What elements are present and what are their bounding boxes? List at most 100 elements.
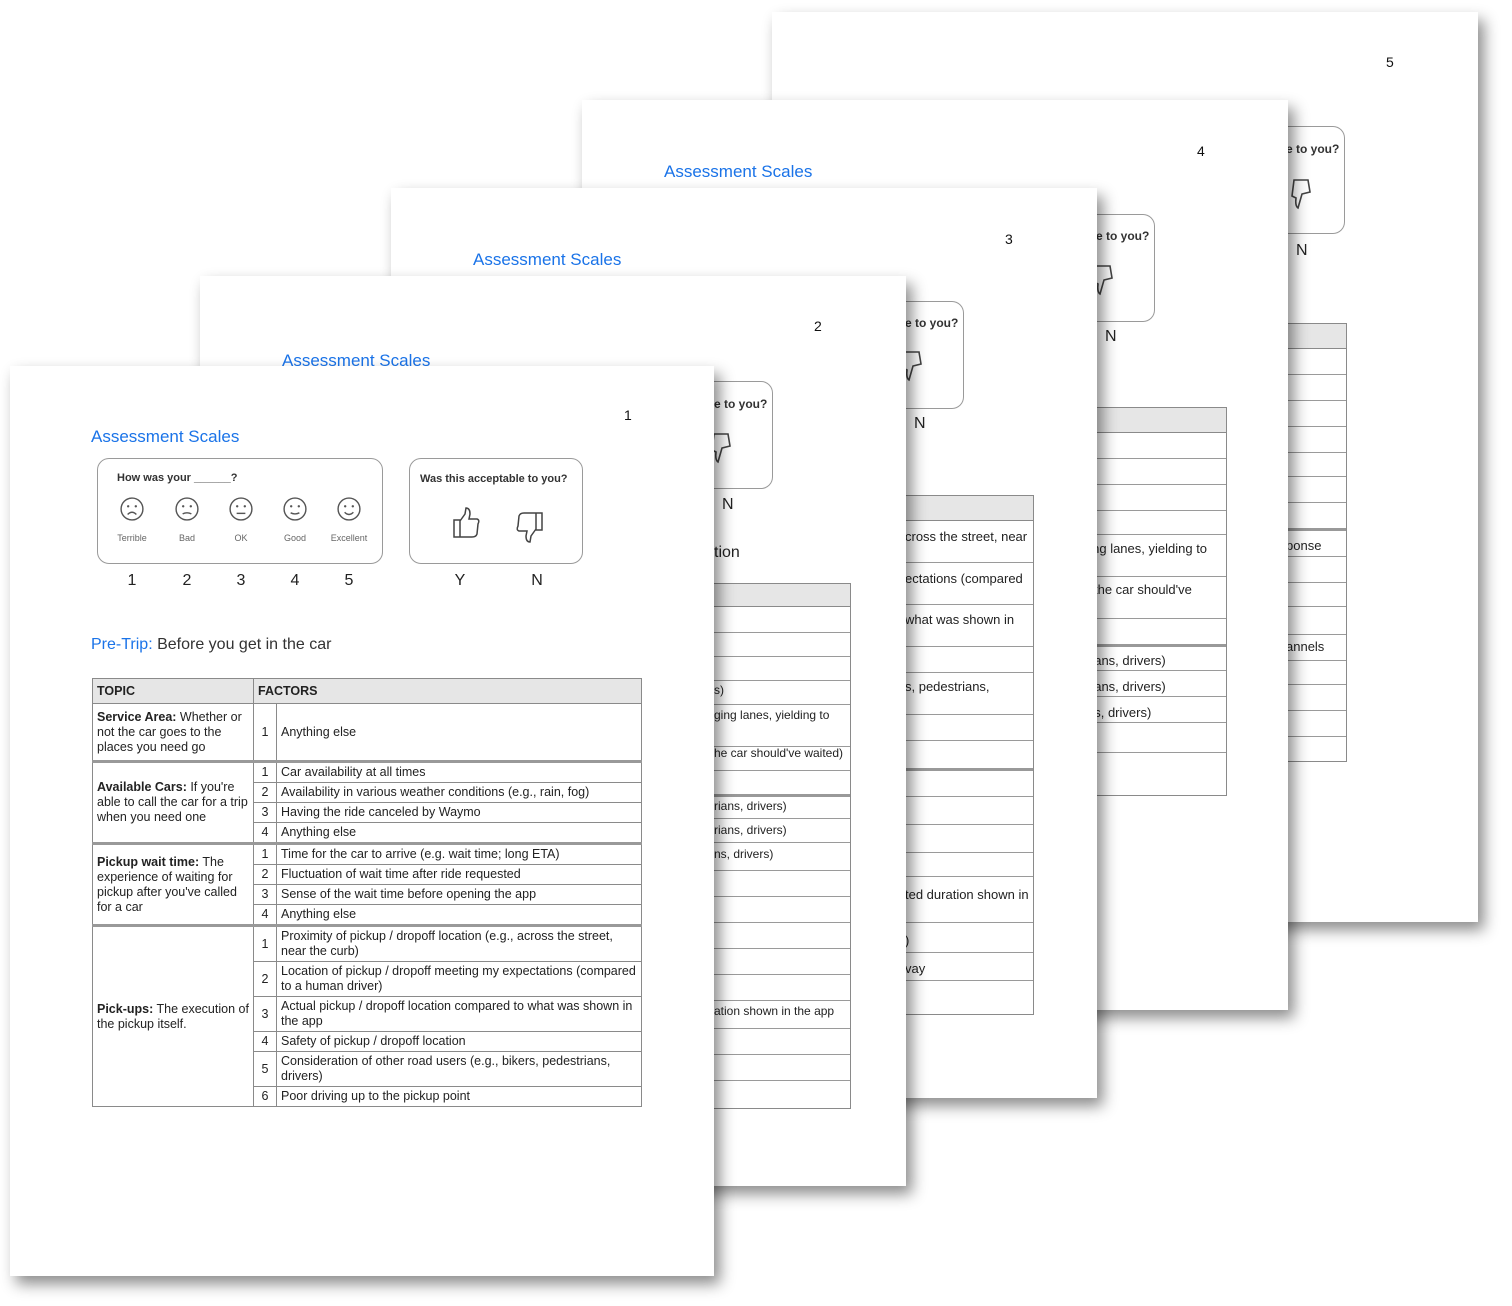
card-question: e to you? (1096, 229, 1150, 243)
factors-table (1082, 407, 1227, 796)
factor-text: Sense of the wait time before opening th… (276, 884, 642, 905)
table-row: Pickup wait time: The experience of wait… (92, 842, 642, 926)
slight-frown-icon[interactable] (175, 497, 199, 521)
rating-question: How was your ______? (117, 472, 238, 484)
table-fragment: ns, drivers) (714, 847, 774, 861)
table-fragment: ation shown in the app (714, 1004, 835, 1018)
scale-number: 2 (182, 572, 192, 589)
table-fragment: the car should've (1094, 582, 1192, 597)
section-fragment: tion (714, 544, 740, 561)
yes-label: Y (454, 572, 466, 589)
topic-name: Pickup wait time: (97, 854, 200, 869)
factor-text: Anything else (276, 904, 642, 926)
factor-text: Having the ride canceled by Waymo (276, 802, 642, 823)
section-heading: Pre-Trip: Before you get in the car (91, 636, 331, 654)
frown-icon[interactable] (120, 497, 144, 521)
factors-header: FACTORS (253, 678, 642, 704)
table-fragment: he car should've waited) (714, 746, 844, 760)
factor-number: 5 (253, 1051, 277, 1087)
topic-cell: Pick-ups: The execution of the pickup it… (92, 924, 254, 1107)
scale-number: 5 (344, 572, 354, 589)
section-text: Before you get in the car (152, 636, 332, 653)
factor-text: Fluctuation of wait time after ride requ… (276, 864, 642, 885)
neutral-icon[interactable] (229, 497, 253, 521)
table-fragment: cross the street, near (905, 529, 1028, 544)
topic-cell: Available Cars: If you're able to call t… (92, 760, 254, 844)
factor-number: 4 (253, 1031, 277, 1052)
page-1: 1 Assessment Scales How was your ______?… (10, 366, 714, 1276)
table-fragment: rians, drivers) (714, 823, 787, 837)
factors-table: TOPIC FACTORS Service Area: Whether or n… (92, 678, 642, 1107)
factor-number: 3 (253, 996, 277, 1032)
acceptable-question: Was this acceptable to you? (420, 473, 568, 485)
page-title: Assessment Scales (664, 162, 813, 181)
page-number: 5 (1386, 54, 1394, 70)
table-fragment: what was shown in (905, 612, 1015, 627)
factor-text: Anything else (276, 822, 642, 844)
thumbs-up-icon[interactable] (451, 506, 481, 540)
topic-cell: Service Area: Whether or not the car goe… (92, 703, 254, 762)
topic-name: Available Cars: (97, 780, 187, 794)
table-row: Pick-ups: The execution of the pickup it… (92, 924, 642, 1107)
no-label: N (914, 415, 926, 432)
factor-number: 1 (253, 924, 277, 962)
factor-text: Poor driving up to the pickup point (276, 1086, 642, 1107)
slight-smile-icon[interactable] (283, 497, 307, 521)
page-number: 3 (1005, 231, 1013, 247)
factor-text: Anything else (276, 703, 642, 762)
topic-name: Pick-ups: (97, 1001, 154, 1016)
no-label: N (1296, 242, 1308, 259)
page-title: Assessment Scales (473, 250, 622, 269)
no-label: N (531, 572, 543, 589)
card-question: e to you? (714, 397, 768, 411)
face-label: OK (234, 533, 248, 543)
factor-text: Location of pickup / dropoff meeting my … (276, 961, 642, 997)
factor-number: 1 (253, 760, 277, 783)
factors-table (714, 583, 851, 1109)
factor-text: Car availability at all times (276, 760, 642, 783)
table-fragment: ging lanes, yielding to (1082, 541, 1208, 556)
smile-icon[interactable] (337, 497, 361, 521)
table-row: Service Area: Whether or not the car goe… (92, 703, 642, 762)
table-fragment: rians, drivers) (1087, 653, 1166, 668)
no-label: N (722, 496, 734, 513)
factor-number: 1 (253, 703, 277, 762)
table-fragment: annels (1286, 639, 1325, 654)
table-fragment: ging lanes, yielding to (714, 708, 830, 722)
table-fragment: ted duration shown in (905, 887, 1029, 902)
face-label: Excellent (330, 533, 368, 543)
face-label: Good (283, 533, 307, 543)
scale-number: 4 (290, 572, 300, 589)
factor-number: 2 (253, 864, 277, 885)
factor-number: 6 (253, 1086, 277, 1107)
factor-text: Consideration of other road users (e.g.,… (276, 1051, 642, 1087)
thumbs-down-icon (1291, 179, 1311, 210)
table-fragment: rians, drivers) (714, 799, 787, 813)
page-number: 1 (624, 407, 632, 423)
factor-number: 2 (253, 782, 277, 803)
factor-text: Actual pickup / dropoff location compare… (276, 996, 642, 1032)
factor-text: Safety of pickup / dropoff location (276, 1031, 642, 1052)
scale-number: 1 (127, 572, 137, 589)
topic-header: TOPIC (92, 678, 254, 704)
table-fragment: s) (714, 683, 724, 697)
table-fragment: vay (905, 961, 926, 976)
table-fragment: ponse (1286, 538, 1322, 553)
page-title: Assessment Scales (91, 427, 240, 446)
factor-number: 1 (253, 842, 277, 865)
thumbs-down-icon[interactable] (515, 510, 545, 544)
factor-number: 4 (253, 904, 277, 926)
factor-number: 4 (253, 822, 277, 844)
factor-text: Time for the car to arrive (e.g. wait ti… (276, 842, 642, 865)
factor-text: Availability in various weather conditio… (276, 782, 642, 803)
section-label: Pre-Trip: (91, 636, 153, 653)
factor-number: 3 (253, 802, 277, 823)
card-question: e to you? (905, 316, 959, 330)
table-fragment: ectations (compared (905, 571, 1023, 586)
factor-number: 2 (253, 961, 277, 997)
page-number: 4 (1197, 143, 1205, 159)
scale-number: 3 (236, 572, 246, 589)
card-question: e to you? (1286, 142, 1340, 156)
table-fragment: rians, drivers) (1087, 679, 1166, 694)
face-label: Terrible (117, 533, 147, 543)
